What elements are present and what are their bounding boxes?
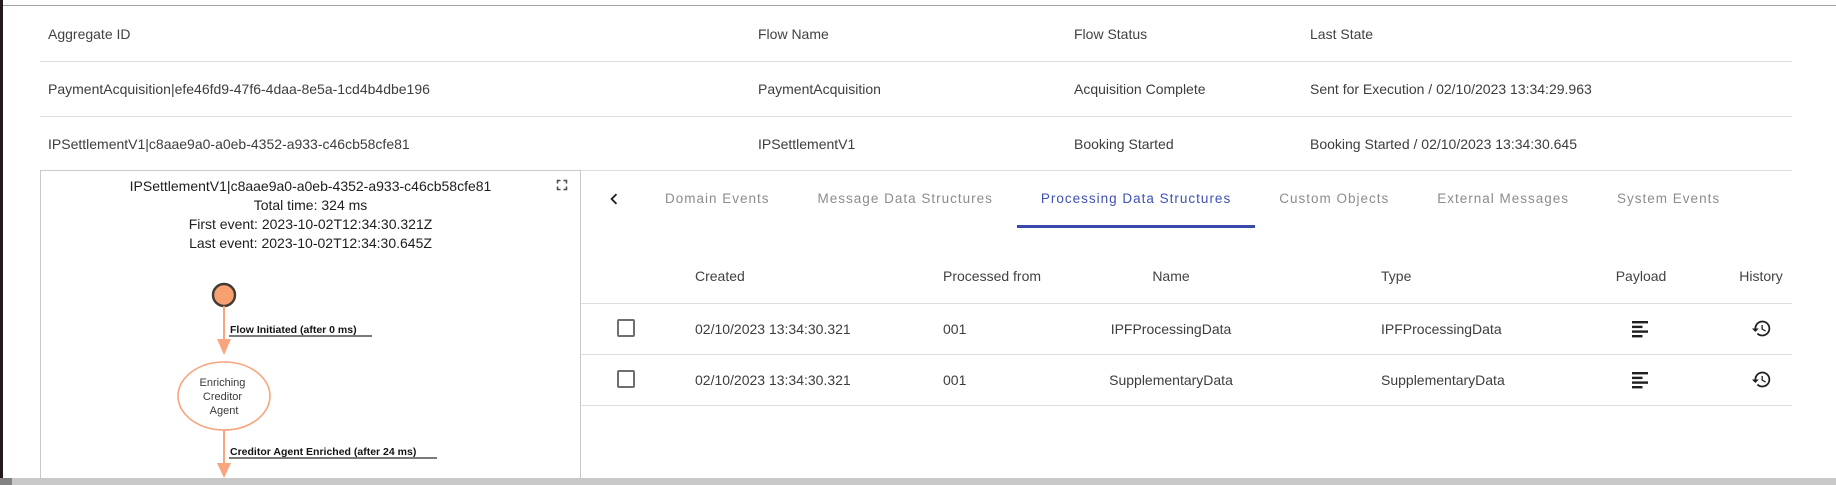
tab-message-data-structures[interactable]: Message Data Structures bbox=[794, 171, 1017, 228]
diagram-total-time: Total time: 324 ms bbox=[41, 196, 580, 215]
detail-tabs: Domain Events Message Data Structures Pr… bbox=[641, 171, 1836, 228]
details-table-header: Created Processed from Name Type Payload… bbox=[581, 248, 1792, 304]
tab-domain-events[interactable]: Domain Events bbox=[641, 171, 794, 228]
column-header-processed-from: Processed from bbox=[909, 268, 1051, 284]
horizontal-scrollbar[interactable] bbox=[0, 478, 1836, 485]
tab-processing-data-structures[interactable]: Processing Data Structures bbox=[1017, 171, 1255, 228]
cell-last-state: Booking Started / 02/10/2023 13:34:30.64… bbox=[1302, 136, 1792, 152]
column-header-history: History bbox=[1701, 268, 1821, 284]
cell-flow-status: Booking Started bbox=[1066, 136, 1302, 152]
row-checkbox[interactable] bbox=[617, 370, 635, 388]
arrow-down-icon bbox=[217, 339, 231, 355]
table-row[interactable]: 02/10/2023 13:34:30.321 001 IPFProcessin… bbox=[581, 304, 1792, 355]
diagram-edge-label: Flow Initiated (after 0 ms) bbox=[230, 324, 357, 336]
diagram-title: IPSettlementV1|c8aae9a0-a0eb-4352-a933-c… bbox=[41, 177, 580, 196]
history-icon[interactable] bbox=[1750, 369, 1772, 391]
cell-last-state: Sent for Execution / 02/10/2023 13:34:29… bbox=[1302, 81, 1792, 97]
table-row[interactable]: IPSettlementV1|c8aae9a0-a0eb-4352-a933-c… bbox=[40, 117, 1792, 171]
flow-monitor-screen: Aggregate ID Flow Name Flow Status Last … bbox=[0, 0, 1836, 485]
cell-aggregate-id: PaymentAcquisition|efe46fd9-47f6-4daa-8e… bbox=[40, 81, 750, 97]
diagram-summary: IPSettlementV1|c8aae9a0-a0eb-4352-a933-c… bbox=[41, 177, 580, 253]
column-header-last-state: Last State bbox=[1302, 26, 1792, 42]
column-header-created: Created bbox=[671, 268, 909, 284]
column-header-aggregate-id: Aggregate ID bbox=[40, 26, 750, 42]
diagram-edge-label: Creditor Agent Enriched (after 24 ms) bbox=[230, 446, 416, 458]
diagram-first-event: First event: 2023-10-02T12:34:30.321Z bbox=[41, 215, 580, 234]
column-header-flow-name: Flow Name bbox=[750, 26, 1066, 42]
cell-type: IPFProcessingData bbox=[1291, 321, 1581, 337]
flows-table: Aggregate ID Flow Name Flow Status Last … bbox=[40, 6, 1792, 171]
column-header-flow-status: Flow Status bbox=[1066, 26, 1302, 42]
flow-diagram: Flow Initiated (after 0 ms) Enriching Cr… bbox=[41, 282, 580, 485]
cell-name: SupplementaryData bbox=[1051, 372, 1291, 388]
processing-data-table: Created Processed from Name Type Payload… bbox=[581, 248, 1792, 406]
table-row[interactable]: PaymentAcquisition|efe46fd9-47f6-4daa-8e… bbox=[40, 62, 1792, 117]
column-header-type: Type bbox=[1291, 268, 1581, 284]
detail-panel: Domain Events Message Data Structures Pr… bbox=[581, 171, 1836, 485]
cell-flow-status: Acquisition Complete bbox=[1066, 81, 1302, 97]
cell-name: IPFProcessingData bbox=[1051, 321, 1291, 337]
flows-table-header: Aggregate ID Flow Name Flow Status Last … bbox=[40, 6, 1792, 62]
cell-processed-from: 001 bbox=[909, 321, 1051, 337]
cell-created: 02/10/2023 13:34:30.321 bbox=[671, 372, 909, 388]
diagram-start-node[interactable] bbox=[213, 284, 235, 306]
cell-flow-name: PaymentAcquisition bbox=[750, 81, 1066, 97]
diagram-last-event: Last event: 2023-10-02T12:34:30.645Z bbox=[41, 234, 580, 253]
cell-created: 02/10/2023 13:34:30.321 bbox=[671, 321, 909, 337]
tab-system-events[interactable]: System Events bbox=[1593, 171, 1744, 228]
column-header-payload: Payload bbox=[1581, 268, 1701, 284]
row-checkbox[interactable] bbox=[617, 319, 635, 337]
column-header-name: Name bbox=[1051, 268, 1291, 284]
arrow-down-icon bbox=[217, 463, 231, 478]
cell-processed-from: 001 bbox=[909, 372, 1051, 388]
cell-type: SupplementaryData bbox=[1291, 372, 1581, 388]
tab-external-messages[interactable]: External Messages bbox=[1413, 171, 1593, 228]
table-row[interactable]: 02/10/2023 13:34:30.321 001 Supplementar… bbox=[581, 355, 1792, 406]
collapse-chevron-icon[interactable] bbox=[603, 188, 627, 212]
window-left-edge bbox=[0, 0, 3, 485]
cell-flow-name: IPSettlementV1 bbox=[750, 136, 1066, 152]
payload-icon[interactable] bbox=[1630, 318, 1652, 340]
flow-diagram-panel: IPSettlementV1|c8aae9a0-a0eb-4352-a933-c… bbox=[40, 170, 581, 485]
detail-tabbar: Domain Events Message Data Structures Pr… bbox=[581, 171, 1836, 228]
tab-custom-objects[interactable]: Custom Objects bbox=[1255, 171, 1413, 228]
scrollbar-thumb[interactable] bbox=[0, 478, 12, 485]
payload-icon[interactable] bbox=[1630, 369, 1652, 391]
history-icon[interactable] bbox=[1750, 318, 1772, 340]
cell-aggregate-id: IPSettlementV1|c8aae9a0-a0eb-4352-a933-c… bbox=[40, 136, 750, 152]
